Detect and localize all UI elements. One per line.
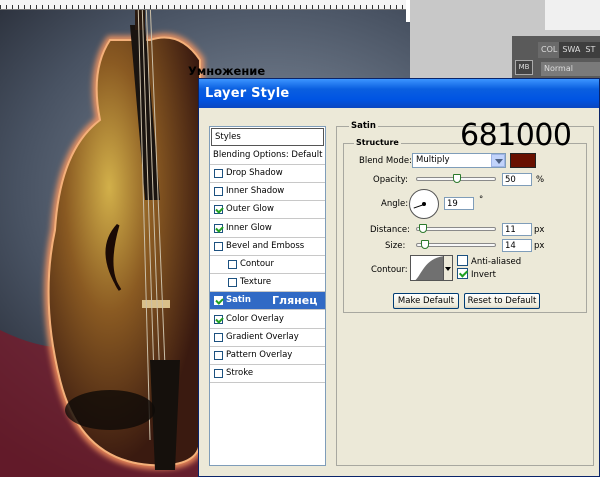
style-item-contour[interactable]: Contour [210,256,325,274]
style-item-label: Inner Shadow [226,186,285,197]
swatches-panel-tabs: COL SWA ST [538,42,600,58]
anti-aliased-checkbox[interactable] [457,255,468,266]
horizontal-ruler [0,0,410,10]
style-item-checkbox[interactable] [214,351,223,360]
opacity-unit: % [536,175,545,185]
styles-list: Styles Blending Options: Default Drop Sh… [209,126,326,466]
dialog-title: Layer Style [205,86,290,101]
distance-label: Distance: [370,225,411,235]
distance-input[interactable]: 11 [502,223,532,236]
distance-slider[interactable] [416,224,496,233]
style-item-checkbox[interactable] [214,296,223,306]
style-item-checkbox[interactable] [214,187,223,197]
angle-unit: ° [479,195,484,205]
style-item-label: Color Overlay [226,313,284,324]
style-item-label: Inner Glow [226,222,272,233]
style-item-outer-glow[interactable]: Outer Glow [210,201,325,220]
angle-dial-center [422,202,426,206]
color-hex-annotation: 681000 [460,118,572,153]
style-item-satin[interactable]: Satin Глянец [210,292,325,311]
style-item-label: Gradient Overlay [226,331,299,342]
tab-swatches[interactable]: SWA [559,42,582,58]
style-item-label: Satin [226,295,251,306]
size-unit: px [534,241,545,251]
satin-color-swatch[interactable] [510,153,536,168]
style-item-label: Texture [240,277,272,288]
style-item-drop-shadow[interactable]: Drop Shadow [210,165,325,183]
style-item-checkbox[interactable] [214,314,223,324]
angle-label: Angle: [381,199,409,209]
style-item-checkbox[interactable] [228,260,237,269]
style-item-checkbox[interactable] [214,332,223,342]
contour-curve-icon [415,256,443,280]
dialog-titlebar[interactable]: Layer Style [199,79,599,108]
style-item-checkbox[interactable] [214,169,223,178]
blending-options-label: Blending Options: Default [213,150,323,160]
style-item-checkbox[interactable] [228,278,237,288]
size-slider[interactable] [416,240,496,249]
invert-checkbox[interactable] [457,268,468,279]
size-label: Size: [385,241,406,251]
panel-icon[interactable]: MB [515,60,533,75]
tab-styles[interactable]: ST [582,42,597,58]
blending-options-item[interactable]: Blending Options: Default [210,147,325,165]
style-item-pattern-overlay[interactable]: Pattern Overlay [210,347,325,365]
tab-color[interactable]: COL [538,42,560,58]
style-item-label: Drop Shadow [226,168,283,178]
style-item-texture[interactable]: Texture [210,274,325,293]
satin-annotation: Глянец [272,294,318,308]
style-item-label: Contour [240,259,274,269]
opacity-slider-thumb[interactable] [453,174,461,183]
contour-preview[interactable] [410,255,444,281]
size-input[interactable]: 14 [502,239,532,252]
style-item-gradient-overlay[interactable]: Gradient Overlay [210,329,325,347]
make-default-button[interactable]: Make Default [393,293,459,309]
contour-label: Contour: [371,265,408,275]
blend-mode-label: Blend Mode: [359,156,412,166]
size-slider-thumb[interactable] [421,240,429,249]
style-item-checkbox[interactable] [214,241,223,251]
chevron-down-icon[interactable] [491,154,505,167]
workspace-strip [545,0,600,30]
opacity-input[interactable]: 50 [502,173,532,186]
structure-title: Structure [354,138,401,147]
style-item-checkbox[interactable] [214,205,223,215]
style-item-color-overlay[interactable]: Color Overlay [210,311,325,329]
style-item-inner-shadow[interactable]: Inner Shadow [210,183,325,202]
distance-slider-thumb[interactable] [419,224,427,233]
styles-header-label: Styles [215,132,241,142]
style-item-label: Pattern Overlay [226,350,293,360]
angle-input[interactable]: 19 [444,197,474,210]
style-item-stroke[interactable]: Stroke [210,365,325,384]
blend-mode-annotation: Умножение [188,64,266,78]
opacity-slider[interactable] [416,174,496,183]
contour-dropdown-arrow[interactable] [444,255,453,281]
anti-aliased-label: Anti-aliased [471,257,522,267]
invert-label: Invert [471,270,496,280]
reset-to-default-button[interactable]: Reset to Default [464,293,540,309]
styles-header[interactable]: Styles [211,128,324,146]
distance-unit: px [534,225,545,235]
blend-mode-value: Multiply [416,155,450,165]
style-item-label: Bevel and Emboss [226,240,305,251]
opacity-label: Opacity: [373,175,408,185]
style-item-bevel-and-emboss[interactable]: Bevel and Emboss [210,238,325,256]
satin-section-title: Satin [349,121,378,131]
style-item-checkbox[interactable] [214,223,223,233]
style-item-checkbox[interactable] [214,369,223,379]
style-item-label: Outer Glow [226,204,274,215]
angle-dial[interactable] [409,189,439,219]
blend-mode-dropdown[interactable]: Normal [541,62,600,76]
style-item-label: Stroke [226,368,254,379]
style-item-inner-glow[interactable]: Inner Glow [210,220,325,238]
